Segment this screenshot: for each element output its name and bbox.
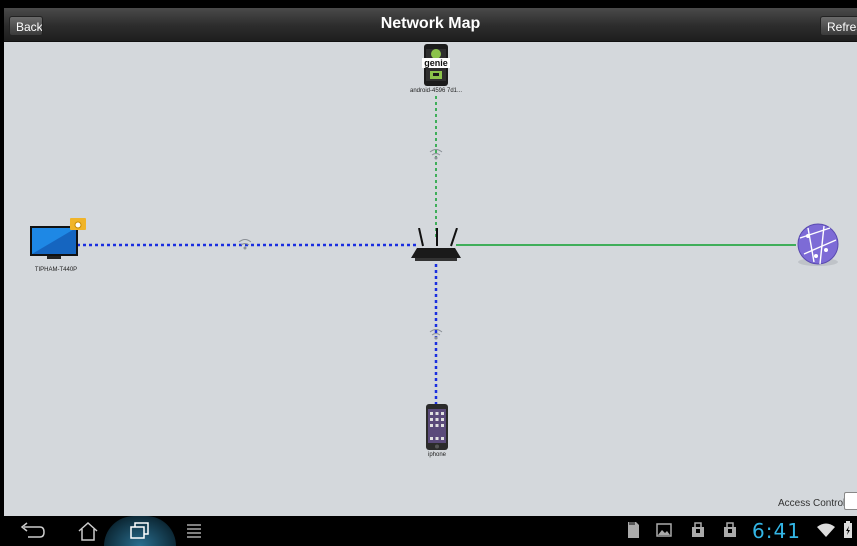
device-label-android: android-4596 7d1... bbox=[409, 88, 463, 94]
monitor-icon bbox=[30, 218, 86, 259]
internet-node[interactable] bbox=[794, 222, 842, 268]
device-label-iphone: iphone bbox=[427, 452, 447, 458]
globe-internet-icon bbox=[797, 223, 839, 266]
access-control-checkbox[interactable] bbox=[844, 492, 857, 510]
device-node-computer[interactable] bbox=[30, 218, 88, 260]
refresh-button[interactable]: Refresh bbox=[820, 16, 857, 36]
page-title: Network Map bbox=[380, 15, 481, 32]
menu-icon[interactable] bbox=[186, 521, 202, 541]
recent-apps-icon[interactable] bbox=[128, 521, 152, 541]
notification-icon bbox=[724, 522, 736, 537]
title-bar: Back Network Map Refresh bbox=[4, 8, 857, 42]
iphone-icon bbox=[426, 404, 448, 450]
device-label-computer: TIPHAM-T440P bbox=[34, 267, 78, 273]
system-nav-bar: 6:41 bbox=[0, 516, 857, 546]
home-icon[interactable] bbox=[76, 521, 100, 541]
network-map: genie android-4596 7d1... TIPHAM-T440P i… bbox=[4, 42, 857, 516]
app-root: Back Network Map Refresh bbox=[0, 0, 857, 546]
device-node-android[interactable]: genie bbox=[422, 44, 450, 86]
back-icon[interactable] bbox=[18, 521, 46, 541]
notification-icon bbox=[692, 522, 704, 537]
wifi-icon bbox=[817, 523, 835, 537]
battery-icon bbox=[844, 521, 852, 538]
sd-card-icon bbox=[628, 522, 639, 538]
router-node[interactable] bbox=[409, 227, 463, 264]
status-clock: 6:41 bbox=[752, 519, 801, 543]
device-node-iphone[interactable] bbox=[426, 404, 448, 450]
access-control-label: Access Control bbox=[778, 498, 846, 509]
router-icon bbox=[411, 227, 461, 261]
gallery-icon bbox=[656, 523, 672, 537]
genie-app-label: genie bbox=[422, 58, 450, 68]
